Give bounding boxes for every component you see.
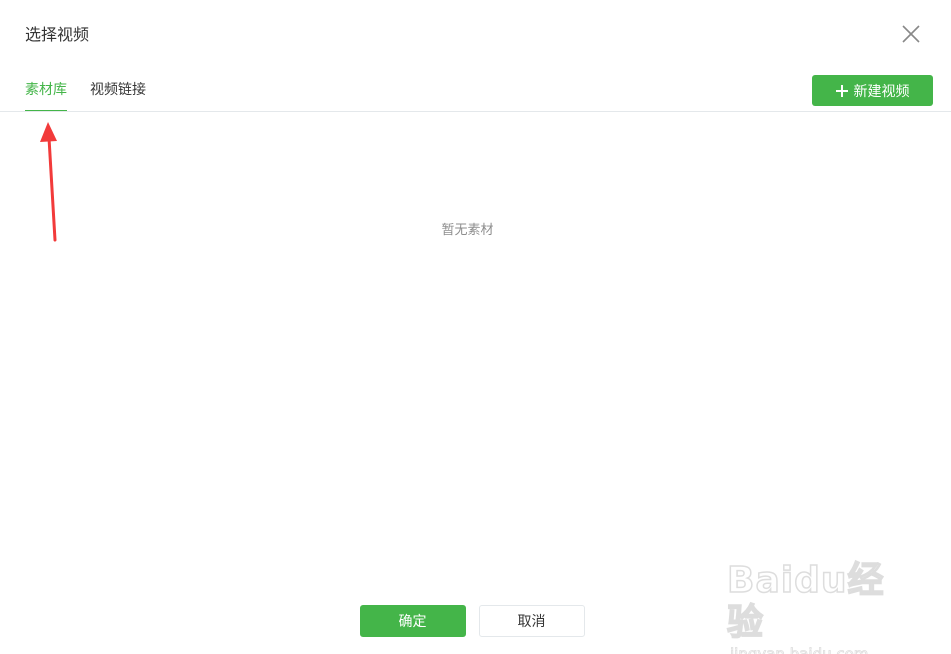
close-button[interactable] [900,23,922,45]
new-video-button[interactable]: 新建视频 [812,75,933,106]
baidu-watermark: Baidu经验 jingyan.baidu.com [726,559,917,654]
watermark-url: jingyan.baidu.com [730,645,869,654]
close-icon [902,25,920,43]
new-video-button-label: 新建视频 [853,83,910,100]
tab-video-link[interactable]: 视频链接 [90,79,146,112]
plus-icon [835,84,848,97]
watermark-logo: Baidu经验 [726,559,885,644]
cancel-button[interactable]: 取消 [478,605,585,637]
dialog-title: 选择视频 [25,25,90,44]
tab-divider [0,111,951,112]
tab-material-library[interactable]: 素材库 [25,79,67,112]
select-video-dialog: 选择视频 素材库 视频链接 新建视频 暂无素材 确定 取消 Baidu经验 ji… [0,0,951,654]
tab-bar: 素材库 视频链接 [25,79,169,112]
empty-state-text: 暂无素材 [441,223,494,238]
confirm-button[interactable]: 确定 [359,605,466,637]
